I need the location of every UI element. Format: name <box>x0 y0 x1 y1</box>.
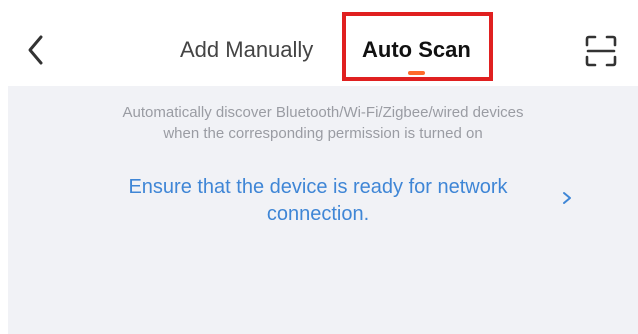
top-nav-bar: Add Manually Auto Scan <box>0 0 638 86</box>
device-ready-line: connection. <box>266 203 370 225</box>
description-line: Automatically discover Bluetooth/Wi-Fi/Z… <box>122 104 524 121</box>
back-button[interactable] <box>22 33 52 67</box>
description-line: when the corresponding permission is tur… <box>163 125 483 142</box>
chevron-left-icon <box>28 35 43 65</box>
tab-add-manually[interactable]: Add Manually <box>180 36 313 64</box>
scan-qr-icon <box>585 35 617 67</box>
scan-button[interactable] <box>585 35 617 67</box>
active-tab-indicator <box>408 71 425 75</box>
auto-scan-screen: Add Manually Auto Scan Automatically dis… <box>0 0 638 334</box>
device-ready-link[interactable]: Ensure that the device is ready for netw… <box>68 174 588 228</box>
device-ready-line: Ensure that the device is ready for netw… <box>128 176 508 198</box>
scan-description: Automatically discover Bluetooth/Wi-Fi/Z… <box>8 102 638 144</box>
scan-content-area: Automatically discover Bluetooth/Wi-Fi/Z… <box>8 86 638 334</box>
device-ready-text: Ensure that the device is ready for netw… <box>68 174 568 228</box>
chevron-right-icon <box>562 191 572 205</box>
tab-auto-scan[interactable]: Auto Scan <box>362 36 471 64</box>
